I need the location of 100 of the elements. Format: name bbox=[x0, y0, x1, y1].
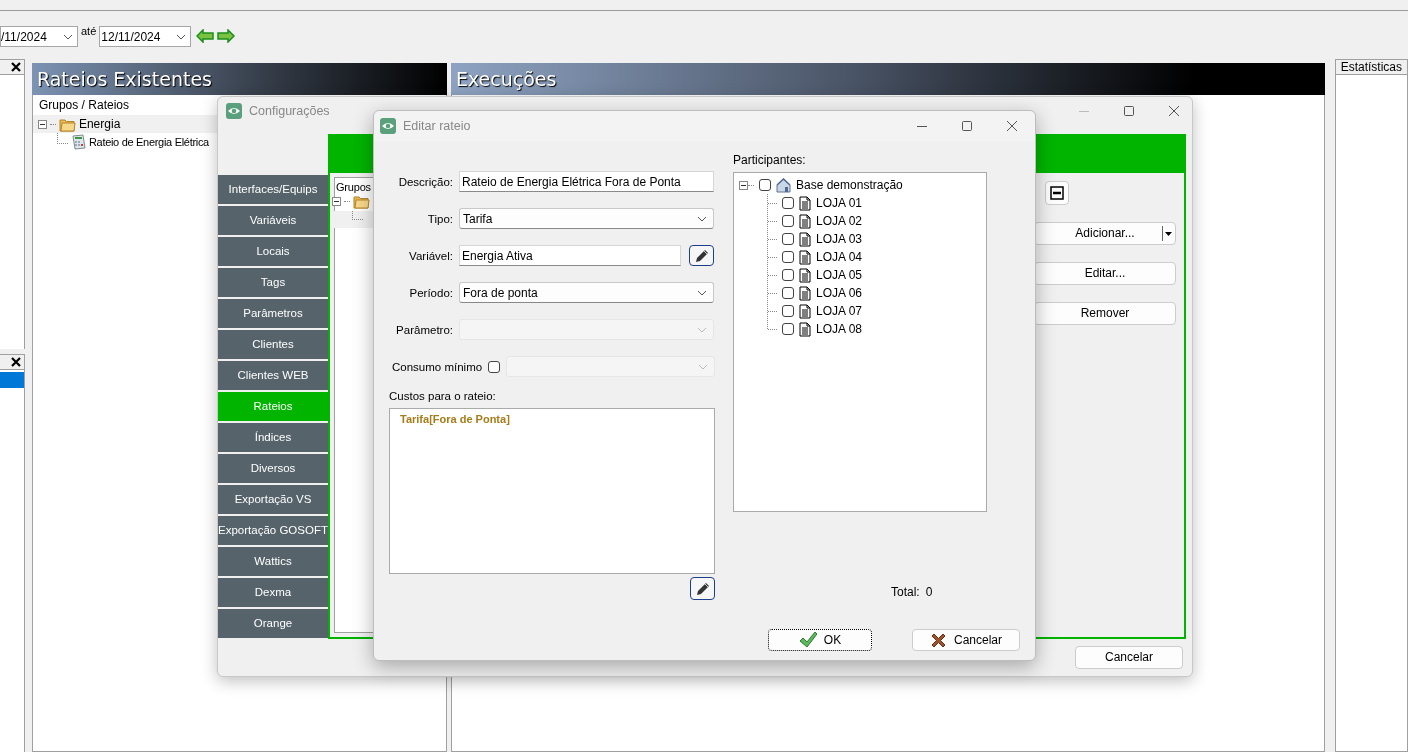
tree-item[interactable]: LOJA 05 bbox=[816, 268, 863, 282]
tree-item[interactable]: Rateio de Energia Elétrica bbox=[88, 136, 209, 148]
chevron-down-icon[interactable] bbox=[697, 289, 707, 296]
arrow-left-icon[interactable] bbox=[196, 29, 215, 43]
field-label: Custos para o rateio: bbox=[389, 390, 497, 402]
nav-tab[interactable]: Wattics bbox=[218, 546, 328, 576]
cancel-button[interactable]: Cancelar bbox=[912, 629, 1020, 651]
field-label: Período: bbox=[408, 286, 453, 299]
folder-icon bbox=[58, 116, 76, 132]
edit-button[interactable] bbox=[689, 245, 714, 266]
tree-item[interactable]: LOJA 08 bbox=[816, 322, 863, 336]
close-icon[interactable] bbox=[1168, 104, 1180, 117]
nav-tab[interactable]: Variáveis bbox=[218, 205, 328, 235]
field-label: Consumo mínimo bbox=[392, 360, 483, 373]
nav-tab[interactable]: Dexma bbox=[218, 577, 328, 607]
nav-tab[interactable]: Parâmetros bbox=[218, 298, 328, 328]
panel-tab[interactable]: Estatísticas bbox=[1334, 59, 1408, 74]
column-header: Grupos / Rateios bbox=[38, 98, 129, 112]
dropdown[interactable]: Tarifa bbox=[459, 208, 714, 229]
document-icon bbox=[799, 321, 811, 337]
tree-item[interactable]: LOJA 02 bbox=[816, 214, 863, 228]
tree-item[interactable]: Energia bbox=[78, 117, 121, 131]
column-header: Grupos bbox=[336, 180, 371, 193]
nav-tab[interactable]: Exportação VS bbox=[218, 484, 328, 514]
collapse-icon[interactable] bbox=[739, 180, 748, 190]
checkbox[interactable] bbox=[782, 197, 794, 209]
tree-item[interactable]: Base demonstração bbox=[796, 178, 903, 192]
cross-icon bbox=[930, 631, 947, 649]
total-value: 0 bbox=[925, 585, 933, 599]
nav-tab[interactable]: Locais bbox=[218, 236, 328, 266]
tree-item[interactable]: LOJA 01 bbox=[816, 196, 863, 210]
collapse-button[interactable] bbox=[1045, 180, 1069, 205]
nav-tab[interactable]: Índices bbox=[218, 422, 328, 452]
checkbox[interactable] bbox=[782, 251, 794, 263]
checkbox[interactable] bbox=[759, 179, 771, 191]
document-icon bbox=[799, 213, 811, 229]
text-field[interactable]: Rateio de Energia Elétrica Fora de Ponta bbox=[459, 171, 714, 192]
tree-item[interactable]: LOJA 07 bbox=[816, 304, 863, 318]
date-field[interactable]: /11/2024 bbox=[0, 26, 78, 47]
spreadsheet-icon bbox=[70, 134, 86, 150]
total-label: Total: bbox=[891, 585, 920, 599]
checkmark-icon bbox=[798, 631, 817, 649]
tree-item[interactable]: LOJA 06 bbox=[816, 286, 863, 300]
nav-tab[interactable]: Exportação GOSOFT bbox=[218, 515, 328, 545]
text-field[interactable]: Energia Ativa bbox=[459, 245, 681, 266]
checkbox[interactable] bbox=[782, 269, 794, 281]
field-label: Tipo: bbox=[426, 212, 453, 225]
close-icon[interactable] bbox=[10, 357, 21, 367]
maximize-icon[interactable] bbox=[1123, 104, 1135, 117]
checkbox[interactable] bbox=[782, 215, 794, 227]
document-icon bbox=[799, 231, 811, 247]
collapse-icon[interactable] bbox=[332, 197, 341, 207]
window-title: Configurações bbox=[249, 103, 330, 118]
chevron-down-icon[interactable] bbox=[176, 33, 187, 40]
panel-title: Rateios Existentes bbox=[31, 63, 447, 95]
field-label: Parâmetro: bbox=[395, 323, 453, 336]
field-label: Descrição: bbox=[397, 175, 453, 188]
checkbox[interactable] bbox=[782, 233, 794, 245]
pencil-icon bbox=[694, 580, 711, 597]
checkbox[interactable] bbox=[782, 287, 794, 299]
nav-tab[interactable]: Tags bbox=[218, 267, 328, 297]
add-button[interactable]: Adicionar... bbox=[1034, 221, 1176, 245]
minus-box-icon bbox=[1050, 185, 1064, 200]
tree-item[interactable]: LOJA 04 bbox=[816, 250, 863, 264]
dropdown[interactable]: Fora de ponta bbox=[459, 282, 714, 303]
document-icon bbox=[799, 195, 811, 211]
edit-button[interactable] bbox=[690, 577, 715, 600]
close-icon[interactable] bbox=[10, 62, 21, 72]
panel-title: Execuções bbox=[450, 63, 1325, 95]
action-button[interactable]: Editar... bbox=[1034, 261, 1176, 285]
nav-tab[interactable]: Interfaces/Equips bbox=[218, 174, 328, 204]
cancel-button[interactable]: Cancelar bbox=[1075, 645, 1183, 669]
house-icon bbox=[776, 177, 791, 193]
field-label: Variável: bbox=[408, 249, 453, 262]
nav-tab[interactable]: Orange bbox=[218, 608, 328, 638]
document-icon bbox=[799, 249, 811, 265]
nav-tab[interactable]: Clientes bbox=[218, 329, 328, 359]
tree-item[interactable]: LOJA 03 bbox=[816, 232, 863, 246]
checkbox[interactable] bbox=[782, 305, 794, 317]
caret-icon[interactable] bbox=[1165, 231, 1172, 236]
until-label: até bbox=[81, 25, 97, 37]
checkbox[interactable] bbox=[782, 323, 794, 335]
action-button[interactable]: Remover bbox=[1034, 301, 1176, 325]
date-field[interactable]: 12/11/2024 bbox=[99, 26, 192, 47]
ok-button[interactable]: OK bbox=[768, 629, 872, 651]
collapse-icon[interactable] bbox=[37, 119, 47, 129]
document-icon bbox=[799, 267, 811, 283]
costs-text-area[interactable]: Tarifa[Fora de Ponta] bbox=[389, 408, 715, 574]
chevron-down-icon[interactable] bbox=[63, 33, 73, 40]
eye-icon bbox=[380, 118, 396, 134]
eye-icon bbox=[226, 102, 242, 119]
field-label: Participantes: bbox=[733, 153, 807, 167]
chevron-down-icon[interactable] bbox=[697, 215, 707, 222]
arrow-right-icon[interactable] bbox=[217, 29, 236, 43]
maximize-icon[interactable] bbox=[961, 120, 973, 132]
folder-icon bbox=[353, 194, 370, 210]
nav-tab[interactable]: Clientes WEB bbox=[218, 360, 328, 390]
nav-tab[interactable]: Diversos bbox=[218, 453, 328, 483]
close-icon[interactable] bbox=[1006, 120, 1018, 132]
document-icon bbox=[799, 285, 811, 301]
